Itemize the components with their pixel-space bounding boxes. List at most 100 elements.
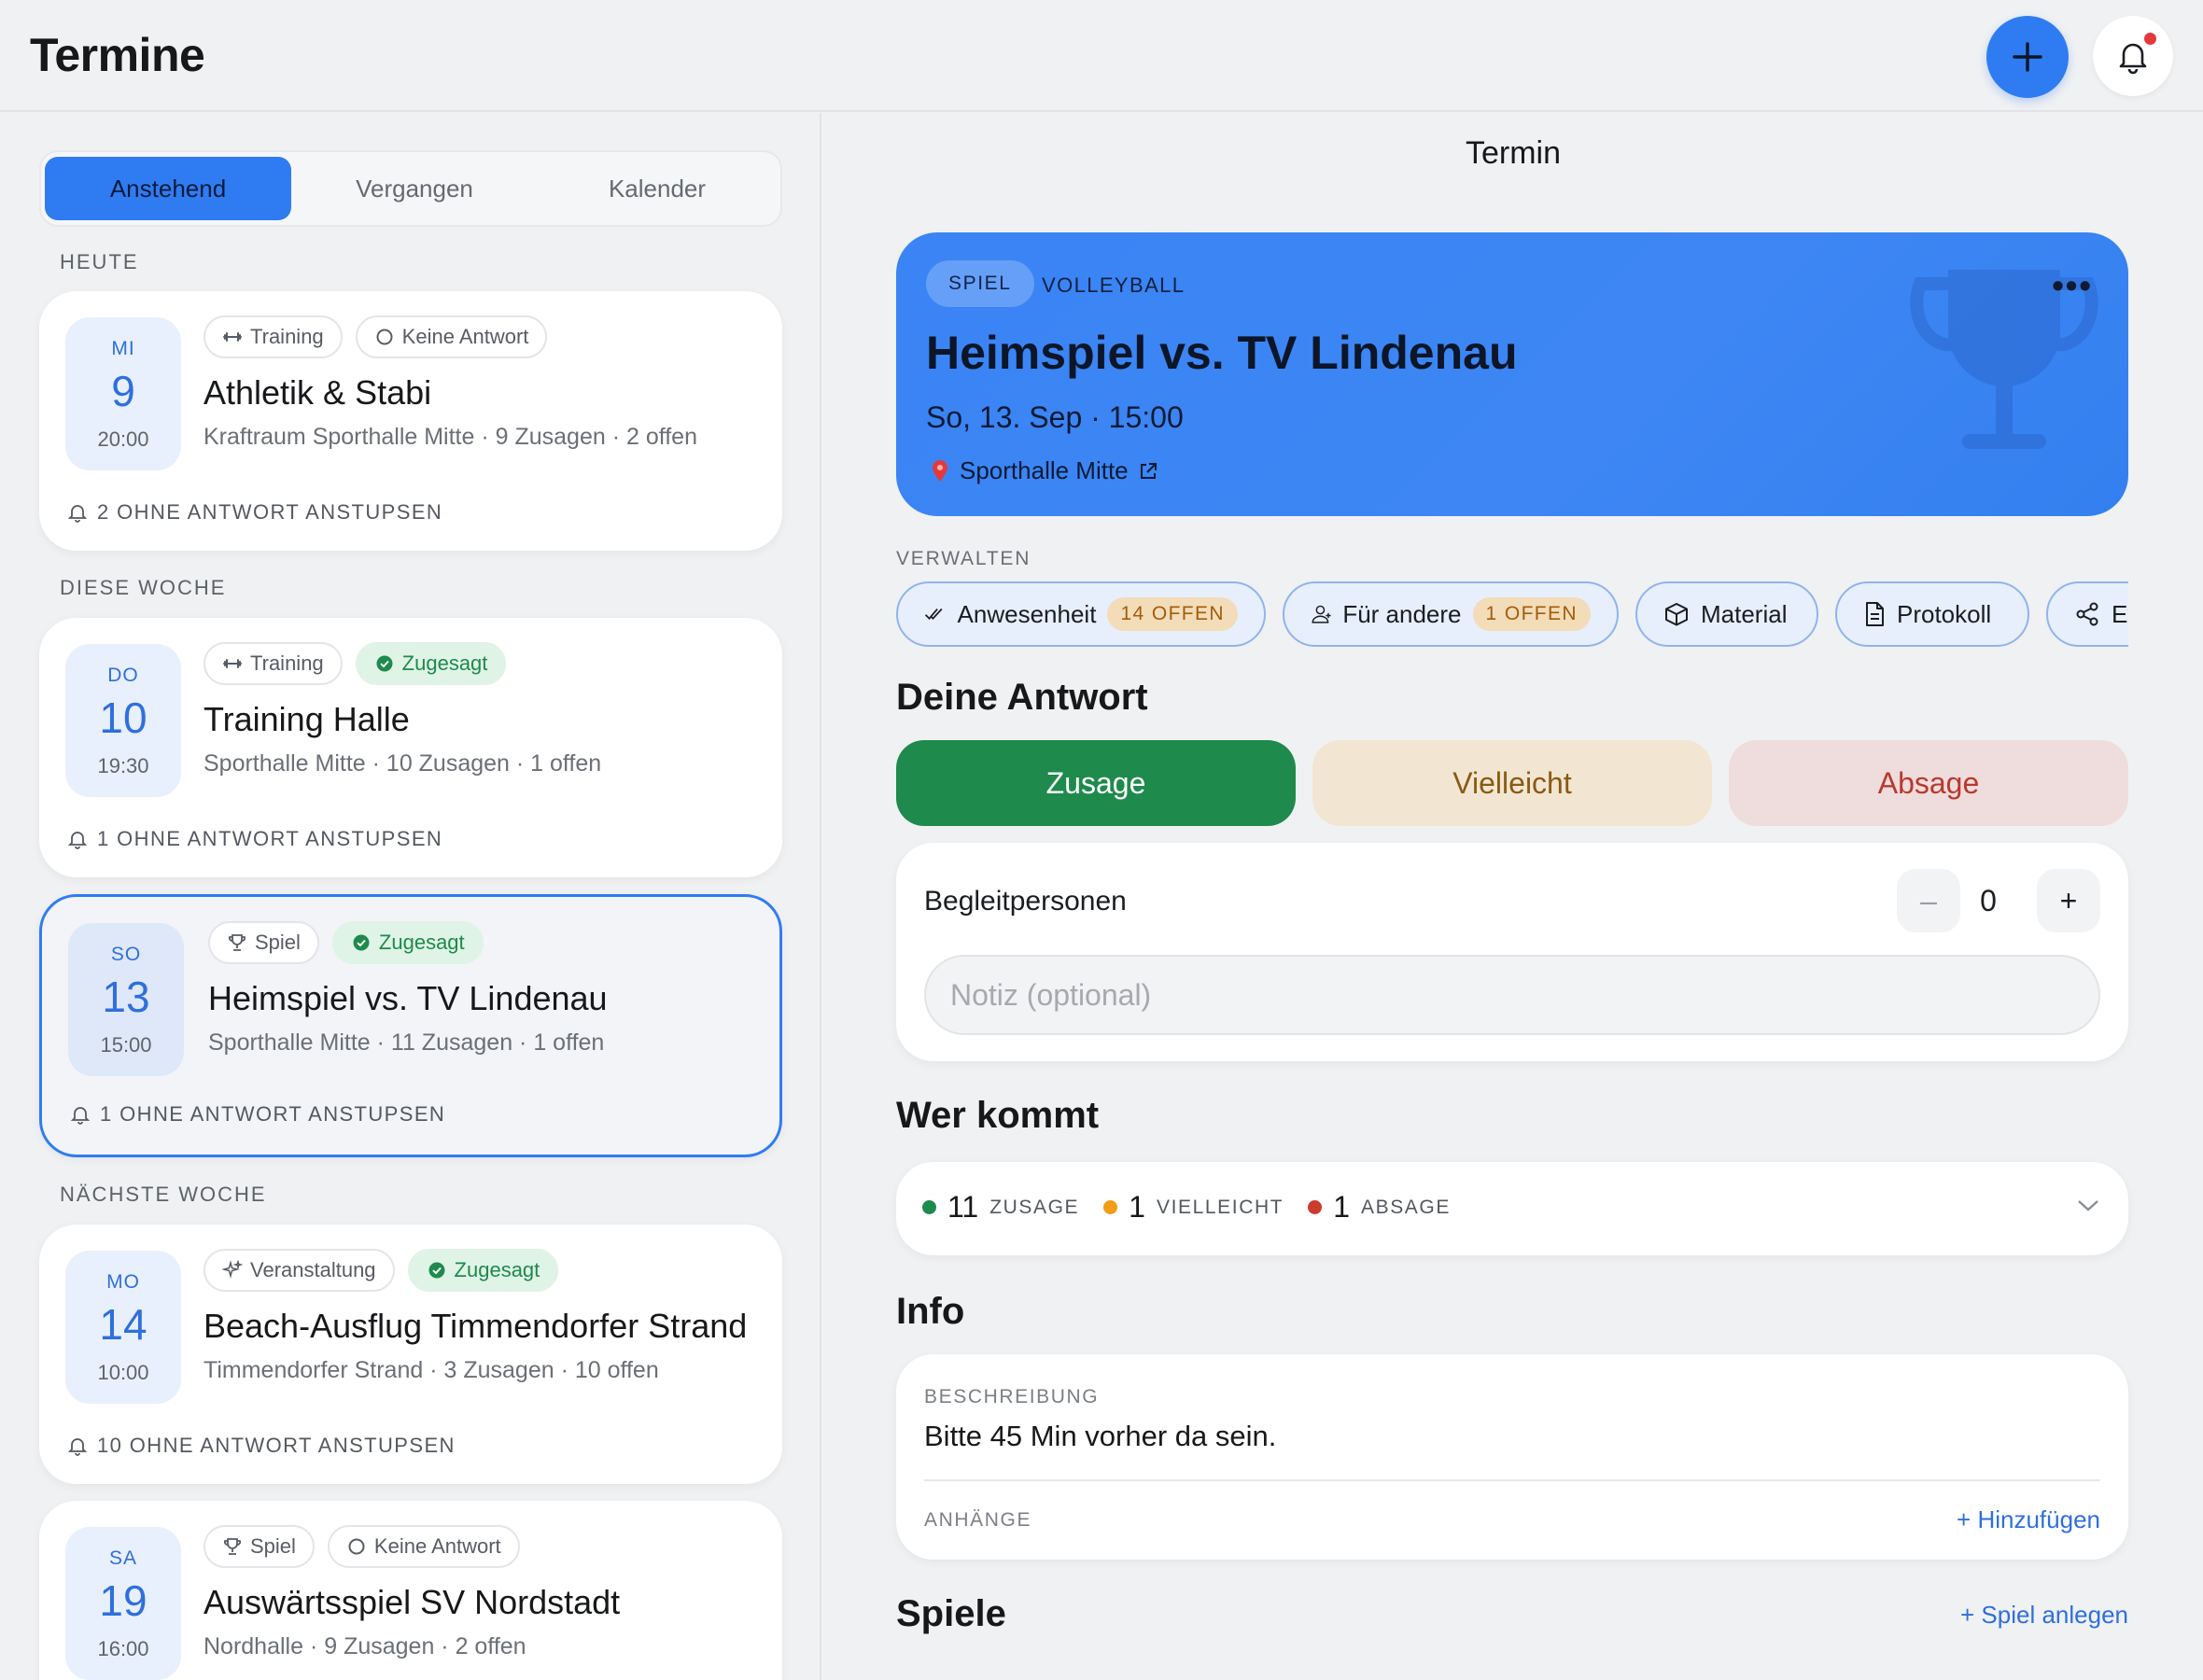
nudge-label: 1 OHNE ANTWORT ANSTUPSEN [100,1102,446,1126]
rsvp-status-label: Keine Antwort [401,325,529,348]
your-answer-heading: Deine Antwort [896,677,1148,718]
nudge-label: 1 OHNE ANTWORT ANSTUPSEN [97,827,443,850]
empty-circle-icon [346,1536,367,1557]
more-options-button[interactable]: ••• [2052,266,2093,305]
tab-kalender[interactable]: Kalender [538,157,777,220]
page-title: Termine [30,29,205,81]
rsvp-yes-button[interactable]: Zusage [896,740,1296,826]
bell-icon [67,1438,88,1456]
event-type-chip: Training [203,642,343,685]
top-bar: Termine [0,0,2203,112]
export-button[interactable]: Ex [2046,581,2128,647]
tab-vergangen[interactable]: Vergangen [295,157,534,220]
description-text: Bitte 45 Min vorher da sein. [924,1420,1277,1452]
attendance-counts: 11 ZUSAGE 1 VIELLEICHT 1 ABSAGE [922,1190,1475,1225]
event-time: 20:00 [97,427,149,451]
yes-label: ZUSAGE [989,1196,1080,1218]
export-label: Ex [2112,599,2128,628]
add-game-link[interactable]: + Spiel anlegen [1960,1601,2128,1630]
divider [924,1479,2100,1481]
material-button[interactable]: Material [1635,581,1818,647]
maybe-count: 1 [1129,1190,1145,1224]
notifications-button[interactable] [2093,16,2173,96]
event-title: Heimspiel vs. TV Lindenau [208,979,608,1017]
protocol-button[interactable]: Protokoll [1835,581,2029,647]
open-count-badge: 1 OFFEN [1472,597,1591,631]
event-subtitle: Timmendorfer Strand · 3 Zusagen · 10 off… [203,1357,659,1383]
nudge-label: 10 OHNE ANTWORT ANSTUPSEN [97,1434,456,1457]
nudge-button[interactable]: 1 OHNE ANTWORT ANSTUPSEN [70,1102,445,1127]
event-day: 14 [99,1300,147,1349]
protocol-label: Protokoll [1897,599,1992,628]
companions-label: Begleitpersonen [924,886,1127,917]
event-card[interactable]: MO 14 10:00 Veranstaltung Zugesagt Beach… [39,1225,782,1484]
no-count: 1 [1333,1190,1350,1224]
rsvp-maybe-button[interactable]: Vielleicht [1312,740,1712,826]
companions-increment-button[interactable]: + [2037,869,2100,932]
map-pin-icon [933,459,947,482]
material-label: Material [1701,599,1788,628]
event-day: 19 [99,1576,147,1625]
companions-value: 0 [1980,884,1997,917]
info-heading: Info [896,1291,965,1332]
rsvp-no-button[interactable]: Absage [1729,740,2128,826]
note-input[interactable]: Notiz (optional) [924,955,2100,1035]
event-date: SA 19 16:00 [65,1527,181,1680]
event-title: Beach-Ausflug Timmendorfer Strand [203,1307,748,1345]
section-label-next-week: NÄCHSTE WOCHE [60,1183,267,1206]
nudge-button[interactable]: 2 OHNE ANTWORT ANSTUPSEN [67,500,442,525]
event-type-chip: Veranstaltung [203,1249,395,1292]
rsvp-status-chip: Zugesagt [331,921,484,964]
event-subtitle: Sporthalle Mitte · 11 Zusagen · 1 offen [208,1029,605,1056]
tab-anstehend[interactable]: Anstehend [45,157,291,220]
no-label: ABSAGE [1360,1196,1451,1218]
for-others-button[interactable]: Für andere 1 OFFEN [1283,581,1619,647]
event-time: 15:00 [100,1033,152,1057]
companions-decrement-button[interactable]: – [1897,869,1960,932]
event-location-link[interactable]: Sporthalle Mitte [930,456,1158,485]
bell-icon [67,505,88,523]
open-count-badge: 14 OFFEN [1107,597,1238,631]
rsvp-status-chip: Zugesagt [407,1249,559,1292]
person-icon [1312,605,1331,623]
event-day: 10 [99,693,147,742]
nudge-button[interactable]: 1 OHNE ANTWORT ANSTUPSEN [67,827,442,851]
event-date: MI 9 20:00 [65,317,181,470]
event-card[interactable]: DO 10 19:30 Training Zugesagt Training H… [39,618,782,877]
rsvp-status-label: Keine Antwort [373,1534,501,1558]
for-others-label: Für andere [1342,599,1462,628]
event-type-label: Training [250,651,324,675]
event-weekday: SA [108,1547,137,1569]
trophy-icon [227,932,247,953]
trophy-icon [222,1536,243,1557]
event-type-label: Spiel [255,931,301,954]
event-weekday: DO [107,665,139,686]
event-title: Athletik & Stabi [203,373,432,412]
games-heading: Spiele [896,1593,1006,1634]
attachments-label: ANHÄNGE [924,1509,1032,1531]
status-dot-maybe [1103,1200,1118,1214]
nudge-label: 2 OHNE ANTWORT ANSTUPSEN [97,500,443,524]
attendance-summary[interactable]: 11 ZUSAGE 1 VIELLEICHT 1 ABSAGE [896,1162,2128,1255]
event-card[interactable]: MI 9 20:00 Training Keine Antwort Athlet… [39,291,782,551]
add-attachment-link[interactable]: + Hinzufügen [1957,1505,2100,1534]
event-list-pane: Anstehend Vergangen Kalender HEUTE MI 9 … [0,113,821,1680]
event-hero-card: SPIEL VOLLEYBALL ••• Heimspiel vs. TV Li… [896,232,2128,516]
chevron-down-icon[interactable] [2076,1197,2100,1214]
event-date: MO 14 10:00 [65,1251,181,1404]
event-title: Auswärtsspiel SV Nordstadt [203,1583,621,1621]
section-label-today: HEUTE [60,250,139,273]
event-date: SO 13 15:00 [68,923,184,1076]
nudge-button[interactable]: 10 OHNE ANTWORT ANSTUPSEN [67,1434,456,1458]
rsvp-status-chip: Keine Antwort [355,315,548,358]
attendance-button[interactable]: Anwesenheit 14 OFFEN [896,581,1266,647]
rsvp-status-label: Zugesagt [401,651,488,675]
event-card-selected[interactable]: SO 13 15:00 Spiel Zugesagt Heimspiel vs.… [39,894,782,1157]
event-weekday: MO [106,1271,140,1293]
dumbbell-icon [222,653,243,674]
event-location-label: Sporthalle Mitte [960,456,1129,484]
add-event-button[interactable] [1986,16,2069,98]
event-card[interactable]: SA 19 16:00 Spiel Keine Antwort Auswärts… [39,1501,782,1680]
manage-actions-row: Anwesenheit 14 OFFEN Für andere 1 OFFEN … [896,580,2128,649]
event-detail-datetime: So, 13. Sep · 15:00 [926,400,1184,434]
